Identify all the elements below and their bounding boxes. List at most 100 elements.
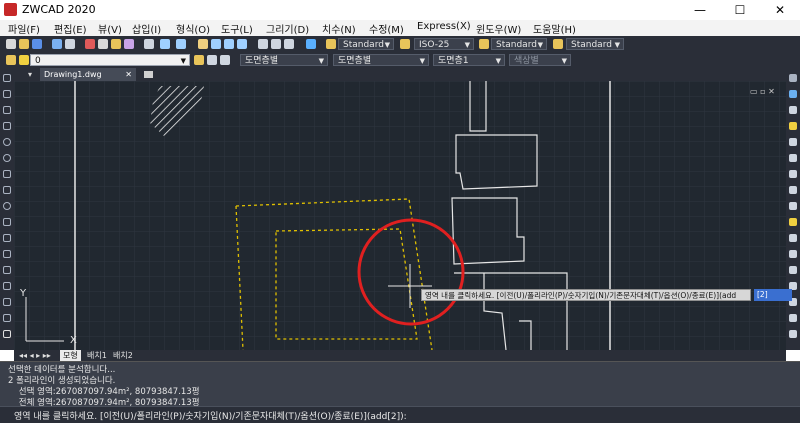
new-tab-icon[interactable] [144,71,153,78]
design-center-icon[interactable] [271,39,281,49]
undo-icon[interactable] [160,39,170,49]
chevron-down-icon: ▼ [419,57,425,65]
break-icon[interactable] [789,266,797,274]
properties-icon[interactable] [258,39,268,49]
drawing-canvas[interactable]: ▭ ▫ ✕ Y X [14,81,786,350]
layer-select[interactable]: 0 ▼ [30,54,190,66]
match-properties-icon[interactable] [124,39,134,49]
tab-layout1[interactable]: 배치1 [84,350,110,361]
layout-nav-arrows[interactable]: ◂◂ ◂ ▸ ▸▸ [16,350,54,361]
trim-icon[interactable] [789,234,797,242]
menu-express[interactable]: Express(X) [417,21,471,32]
ellipse-arc-icon[interactable] [3,218,11,226]
menu-format[interactable]: 형식(O) [176,21,210,36]
menu-edit[interactable]: 편집(E) [54,21,87,36]
offset-icon[interactable] [789,138,797,146]
layer-states-icon[interactable] [220,55,230,65]
point-icon[interactable] [3,266,11,274]
menu-view[interactable]: 뷰(V) [98,21,122,36]
menu-insert[interactable]: 삽입(I) [132,21,161,36]
lineweight-select[interactable]: 도면층1 ▼ [433,54,505,66]
line-icon[interactable] [3,74,11,82]
paste-icon[interactable] [111,39,121,49]
mtext-icon[interactable] [3,330,11,338]
polygon-icon[interactable] [3,106,11,114]
hatch-icon[interactable] [3,282,11,290]
dynamic-input-value[interactable]: [2] [754,289,792,301]
move-icon[interactable] [789,170,797,178]
region-icon[interactable] [3,298,11,306]
layer-previous-icon[interactable] [207,55,217,65]
tab-drawing1[interactable]: Drawing1.dwg ✕ [40,68,136,81]
revision-cloud-icon[interactable] [3,170,11,178]
preview-icon[interactable] [65,39,75,49]
make-current-icon[interactable] [194,55,204,65]
cut-icon[interactable] [85,39,95,49]
close-tab-icon[interactable]: ✕ [125,68,132,81]
erase-icon[interactable] [789,90,797,98]
menu-help[interactable]: 도움말(H) [533,21,576,36]
menu-draw[interactable]: 그리기(D) [266,21,309,36]
mleader-style-value: Standard [571,40,612,50]
zoom-realtime-icon[interactable] [211,39,221,49]
chevron-down-icon: ▼ [495,57,501,65]
print-icon[interactable] [52,39,62,49]
menu-window[interactable]: 윈도우(W) [476,21,521,36]
save-icon[interactable] [32,39,42,49]
scale-icon[interactable] [789,202,797,210]
plot-style-select[interactable]: 색상별 ▼ [509,54,571,66]
redo-icon[interactable] [176,39,186,49]
standard-toolbar: Standard ▼ ISO-25 ▼ Standard ▼ Standard ▼ [0,36,800,53]
tab-model[interactable]: 모형 [60,350,81,361]
tab-menu-icon[interactable]: ▾ [28,70,32,79]
circle-icon[interactable] [3,154,11,162]
lightbulb-icon[interactable] [19,55,29,65]
spline-icon[interactable] [3,186,11,194]
menu-modify[interactable]: 수정(M) [369,21,404,36]
mirror-icon[interactable] [789,122,797,130]
polyline-icon[interactable] [3,90,11,98]
zoom-window-icon[interactable] [224,39,234,49]
dim-style-select[interactable]: ISO-25 ▼ [414,38,474,50]
app-logo-icon [4,3,17,16]
arc-icon[interactable] [3,138,11,146]
minimize-button[interactable]: — [680,0,720,20]
mleader-style-select[interactable]: Standard ▼ [566,38,624,50]
command-prompt: 영역 내를 클릭하세요. [이전(U)/폴리라인(P)/숫자기입(N)/기존문자… [14,412,407,422]
make-block-icon[interactable] [3,250,11,258]
tool-palette-icon[interactable] [284,39,294,49]
ellipse-icon[interactable] [3,202,11,210]
copy-object-icon[interactable] [789,106,797,114]
rotate-icon[interactable] [789,186,797,194]
linetype-select[interactable]: 도면층별 ▼ [333,54,429,66]
eraser-icon[interactable] [144,39,154,49]
rectangle-icon[interactable] [3,122,11,130]
new-icon[interactable] [6,39,16,49]
menu-dimension[interactable]: 치수(N) [322,21,356,36]
chevron-down-icon: ▼ [180,57,186,65]
maximize-button[interactable]: ☐ [720,0,760,20]
fillet-icon[interactable] [789,314,797,322]
table-icon[interactable] [3,314,11,322]
plot-style-value: 색상별 [514,56,539,66]
menu-tools[interactable]: 도구(L) [221,21,253,36]
tab-layout2[interactable]: 배치2 [110,350,136,361]
insert-block-icon[interactable] [3,234,11,242]
open-icon[interactable] [19,39,29,49]
explode-icon[interactable] [789,330,797,338]
close-button[interactable]: ✕ [760,0,800,20]
layer-manager-icon[interactable] [6,55,16,65]
stretch-icon[interactable] [789,218,797,226]
extend-icon[interactable] [789,250,797,258]
command-line[interactable]: 영역 내를 클릭하세요. [이전(U)/폴리라인(P)/숫자기입(N)/기존문자… [0,406,800,423]
color-select[interactable]: 도면층별 ▼ [240,54,328,66]
array-icon[interactable] [789,154,797,162]
table-style-select[interactable]: Standard ▼ [491,38,547,50]
zoom-previous-icon[interactable] [237,39,247,49]
toolbar-toggle-icon[interactable] [789,74,797,82]
menu-file[interactable]: 파일(F) [8,21,40,36]
copy-icon[interactable] [98,39,108,49]
pan-icon[interactable] [198,39,208,49]
help-icon[interactable] [306,39,316,49]
text-style-select[interactable]: Standard ▼ [338,38,394,50]
